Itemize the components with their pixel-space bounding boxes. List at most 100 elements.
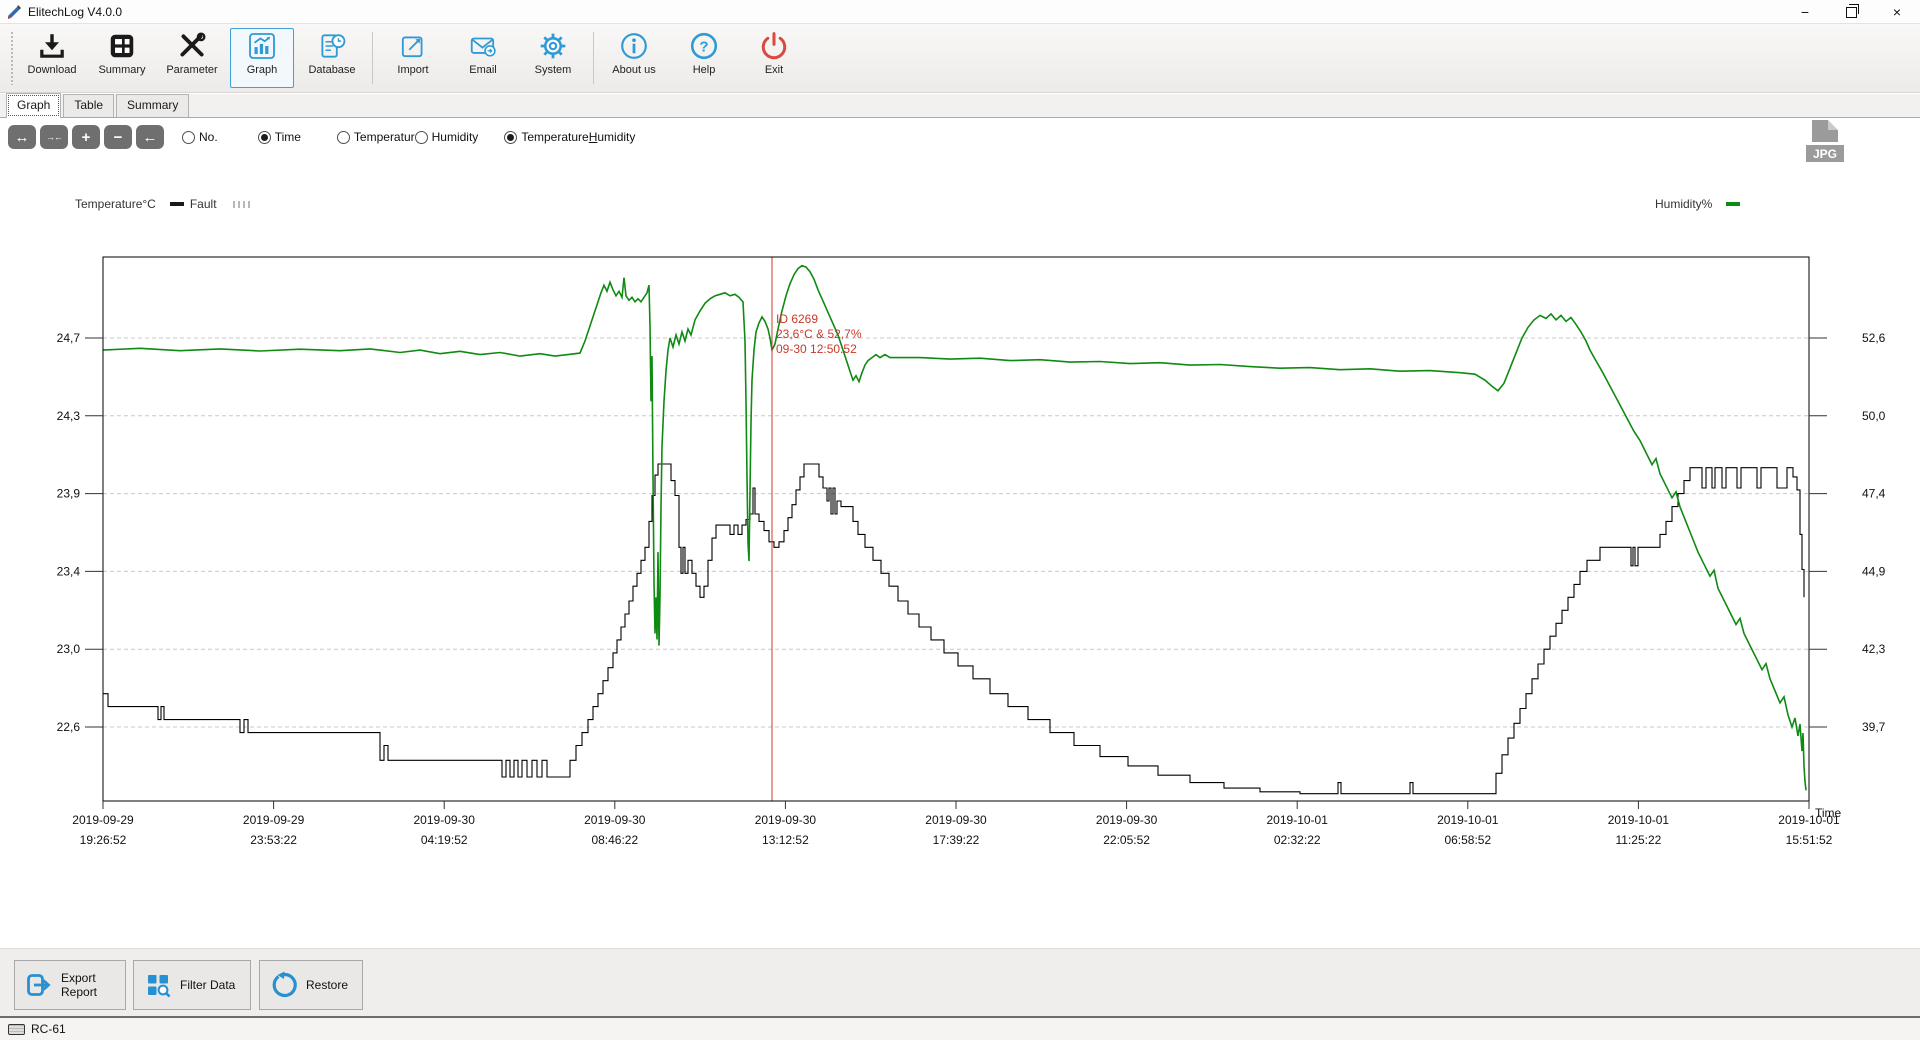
- tab-summary[interactable]: Summary: [116, 94, 189, 117]
- restore-button[interactable]: [1828, 0, 1874, 23]
- left-axis-tick-label: 24,3: [57, 409, 81, 423]
- download-button[interactable]: Download: [20, 28, 84, 88]
- view-tabstrip: Graph Table Summary: [0, 94, 1920, 118]
- cursor-annotation: 09-30 12:50:52: [776, 342, 857, 356]
- filter-data-button[interactable]: Filter Data: [133, 960, 251, 1010]
- system-button[interactable]: System: [521, 28, 585, 88]
- minimize-button[interactable]: −: [1782, 0, 1828, 23]
- exit-icon: [759, 31, 789, 61]
- about-icon: [619, 31, 649, 61]
- radio-time[interactable]: Time: [258, 130, 301, 144]
- zoom-in-button[interactable]: +: [72, 125, 100, 149]
- radio-time-circle: [258, 131, 271, 144]
- svg-text:?: ?: [699, 38, 708, 55]
- zoom-out-button[interactable]: −: [104, 125, 132, 149]
- parameter-label: Parameter: [166, 64, 217, 76]
- download-label: Download: [28, 64, 77, 76]
- restore-label: Restore: [306, 978, 348, 992]
- import-icon: [398, 31, 428, 61]
- left-axis-tick-label: 22,6: [57, 720, 81, 734]
- radio-temperature-humidity-circle: [504, 131, 517, 144]
- export-report-button[interactable]: Export Report: [14, 960, 126, 1010]
- x-tick-time: 08:46:22: [591, 833, 638, 847]
- close-button[interactable]: ×: [1874, 0, 1920, 23]
- humidity-marker-icon: [1726, 202, 1740, 206]
- right-axis-tick-label: 52,6: [1862, 331, 1886, 345]
- x-tick-date: 2019-10-01: [1608, 813, 1670, 827]
- export-jpg-button[interactable]: JPG: [1804, 120, 1846, 168]
- database-button[interactable]: Database: [300, 28, 364, 88]
- tab-graph[interactable]: Graph: [6, 93, 61, 118]
- restore-button-footer[interactable]: Restore: [259, 960, 363, 1010]
- summary-button[interactable]: Summary: [90, 28, 154, 88]
- right-axis-tick-label: 44,9: [1862, 564, 1886, 578]
- back-button[interactable]: ←: [136, 125, 164, 149]
- tab-table[interactable]: Table: [63, 94, 114, 117]
- exit-button[interactable]: Exit: [742, 28, 806, 88]
- radio-humidity[interactable]: Humidity: [415, 130, 479, 144]
- help-icon: ?: [689, 31, 719, 61]
- main-toolbar: Download Summary Parameter: [0, 24, 1920, 93]
- system-icon: [538, 31, 568, 61]
- right-axis-tick-label: 42,3: [1862, 642, 1886, 656]
- x-tick-date: 2019-09-30: [1096, 813, 1158, 827]
- x-tick-date: 2019-10-01: [1267, 813, 1329, 827]
- radio-humidity-label: Humidity: [432, 130, 479, 144]
- about-label: About us: [612, 64, 655, 76]
- radio-temperature-humidity[interactable]: TemperatureHumidity: [504, 130, 635, 144]
- toolbar-separator: [372, 32, 373, 84]
- right-axis-tick-label: 39,7: [1862, 720, 1886, 734]
- x-tick-time: 15:51:52: [1786, 833, 1833, 847]
- graph-controls: ↔ →← + − ← No. Time Temperatur Humidity …: [0, 119, 1920, 155]
- window-title: ElitechLog V4.0.0: [28, 5, 122, 19]
- x-tick-date: 2019-10-01: [1437, 813, 1499, 827]
- email-icon: [468, 31, 498, 61]
- exit-label: Exit: [765, 64, 783, 76]
- compress-button[interactable]: →←: [40, 125, 68, 149]
- import-button[interactable]: Import: [381, 28, 445, 88]
- help-button[interactable]: ? Help: [672, 28, 736, 88]
- x-tick-time: 11:25:22: [1615, 833, 1661, 847]
- window-controls: − ×: [1782, 0, 1920, 23]
- device-label: RC-61: [31, 1022, 66, 1036]
- x-tick-time: 04:19:52: [421, 833, 468, 847]
- radio-no-circle: [182, 131, 195, 144]
- toolbar-grip[interactable]: [10, 31, 14, 85]
- humidity-series: [103, 266, 1806, 791]
- toolbar-separator-2: [593, 32, 594, 84]
- filter-data-icon: [144, 971, 172, 999]
- database-icon: [317, 31, 347, 61]
- more-marker-icon: [233, 201, 253, 208]
- left-axis-tick-label: 24,7: [57, 331, 81, 345]
- radio-temperature[interactable]: Temperatur: [337, 130, 415, 144]
- summary-label: Summary: [98, 64, 145, 76]
- app-icon: [6, 4, 22, 20]
- device-icon: [8, 1024, 25, 1035]
- graph-button[interactable]: Graph: [230, 28, 294, 88]
- about-button[interactable]: About us: [602, 28, 666, 88]
- restore-icon: [1846, 7, 1857, 18]
- legend-left: Temperature°C Fault: [75, 197, 253, 211]
- elitechlog-window: ID 626923,6°C & 52,7%09-30 12:50:5224,75…: [0, 0, 1920, 1040]
- zoom-horizontal-button[interactable]: ↔: [8, 125, 36, 149]
- fault-label: Fault: [190, 197, 217, 211]
- radio-no[interactable]: No.: [182, 130, 218, 144]
- parameter-button[interactable]: Parameter: [160, 28, 224, 88]
- x-tick-date: 2019-09-29: [243, 813, 305, 827]
- humidity-axis-label: Humidity%: [1655, 197, 1712, 211]
- plot-border: [103, 257, 1809, 801]
- x-tick-date: 2019-09-30: [414, 813, 476, 827]
- export-report-icon: [25, 971, 53, 999]
- x-tick-time: 23:53:22: [250, 833, 297, 847]
- cursor-annotation: ID 6269: [776, 312, 818, 326]
- x-tick-date: 2019-09-30: [925, 813, 987, 827]
- radio-no-label: No.: [199, 130, 218, 144]
- filter-data-label: Filter Data: [180, 978, 235, 992]
- legend-right: Humidity%: [1655, 197, 1746, 211]
- help-label: Help: [693, 64, 716, 76]
- jpg-file-icon: [1812, 120, 1838, 142]
- x-tick-time: 06:58:52: [1444, 833, 1491, 847]
- database-label: Database: [308, 64, 355, 76]
- email-button[interactable]: Email: [451, 28, 515, 88]
- x-tick-time: 17:39:22: [933, 833, 980, 847]
